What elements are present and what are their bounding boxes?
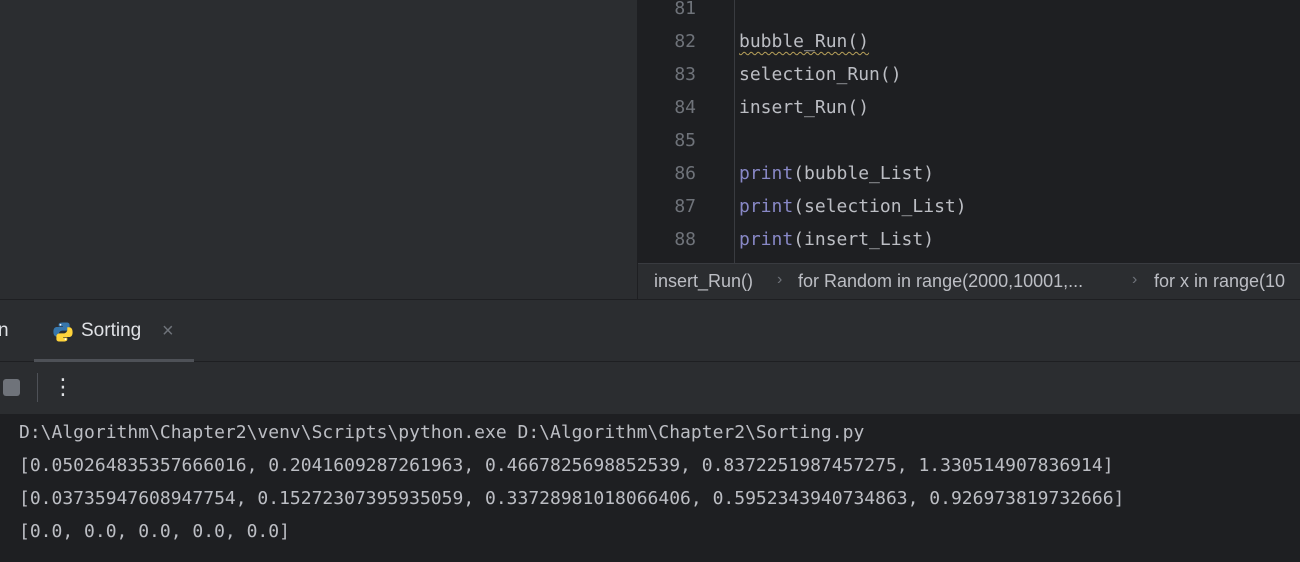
line-number: 83 xyxy=(674,64,696,85)
code-line[interactable]: 88 print(insert_List) xyxy=(638,223,1300,256)
close-icon[interactable]: × xyxy=(162,320,174,342)
code-token[interactable]: selection_Run() xyxy=(739,64,902,85)
code-token[interactable]: (selection_List) xyxy=(793,196,966,217)
run-console-output[interactable]: D:\Algorithm\Chapter2\venv\Scripts\pytho… xyxy=(0,414,1300,562)
code-token-builtin[interactable]: print xyxy=(739,229,793,250)
breadcrumb-item[interactable]: for Random in range(2000,10001,... xyxy=(798,271,1083,292)
line-number: 87 xyxy=(674,196,696,217)
code-token-warning[interactable]: bubble_Run() xyxy=(739,31,869,52)
code-line[interactable]: 87 print(selection_List) xyxy=(638,190,1300,223)
code-editor[interactable]: 81 82 bubble_Run() 83 selection_Run() 84… xyxy=(638,0,1300,263)
console-line: [0.03735947608947754, 0.1527230739593505… xyxy=(19,488,1125,509)
line-number: 82 xyxy=(674,31,696,52)
code-text[interactable]: selection_Run() xyxy=(739,58,902,91)
breadcrumb-item[interactable]: for x in range(10 xyxy=(1154,271,1285,292)
code-token-builtin[interactable]: print xyxy=(739,163,793,184)
code-line[interactable]: 85 xyxy=(638,124,1300,157)
console-line: [0.050264835357666016, 0.204160928726196… xyxy=(19,455,1114,476)
run-toolbar: ⋮ xyxy=(0,362,1300,414)
code-token[interactable]: (bubble_List) xyxy=(793,163,934,184)
code-line[interactable]: 81 xyxy=(638,0,1300,25)
tab-label: Sorting xyxy=(81,320,142,341)
breadcrumb: insert_Run() › for Random in range(2000,… xyxy=(638,263,1300,299)
breadcrumb-item[interactable]: insert_Run() xyxy=(654,271,753,292)
line-number: 86 xyxy=(674,163,696,184)
chevron-right-icon: › xyxy=(777,271,783,288)
more-vertical-icon[interactable]: ⋮ xyxy=(52,373,74,403)
code-line[interactable]: 83 selection_Run() xyxy=(638,58,1300,91)
code-text[interactable]: print(bubble_List) xyxy=(739,157,934,190)
code-text[interactable]: bubble_Run() xyxy=(739,25,869,58)
code-text[interactable]: insert_Run() xyxy=(739,91,869,124)
line-number: 88 xyxy=(674,229,696,250)
line-number: 81 xyxy=(674,0,696,19)
code-token[interactable]: (insert_List) xyxy=(793,229,934,250)
console-line: [0.0, 0.0, 0.0, 0.0, 0.0] xyxy=(19,521,290,542)
tab-sorting[interactable]: Sorting × xyxy=(34,300,194,362)
project-side-panel xyxy=(0,0,637,299)
chevron-right-icon: › xyxy=(1132,271,1138,288)
code-text[interactable]: print(insert_List) xyxy=(739,223,934,256)
tab-run-partial[interactable]: n xyxy=(0,320,9,342)
code-token[interactable]: insert_Run() xyxy=(739,97,869,118)
stop-icon[interactable] xyxy=(3,379,20,396)
code-text[interactable]: print(selection_List) xyxy=(739,190,967,223)
python-file-icon xyxy=(53,322,73,342)
code-line[interactable]: 86 print(bubble_List) xyxy=(638,157,1300,190)
line-number: 85 xyxy=(674,130,696,151)
code-line[interactable]: 82 bubble_Run() xyxy=(638,25,1300,58)
line-number: 84 xyxy=(674,97,696,118)
code-line[interactable]: 84 insert_Run() xyxy=(638,91,1300,124)
tool-window-tab-bar: n Sorting × xyxy=(0,299,1300,362)
code-token-builtin[interactable]: print xyxy=(739,196,793,217)
console-line: D:\Algorithm\Chapter2\venv\Scripts\pytho… xyxy=(19,422,865,443)
toolbar-divider xyxy=(37,373,38,402)
